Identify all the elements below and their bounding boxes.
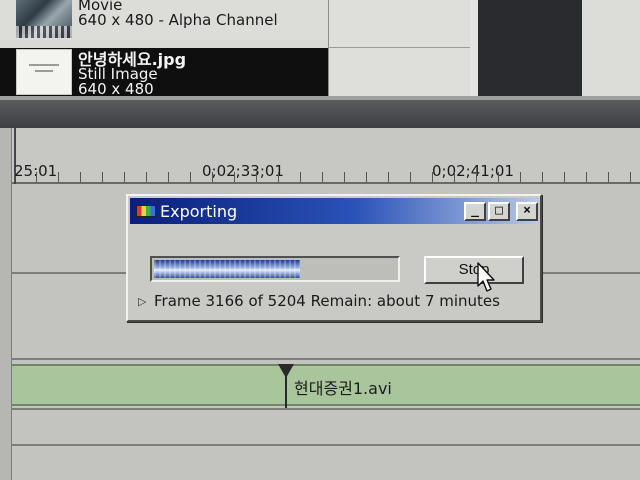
track-divider: [0, 444, 640, 446]
bin-item-text: 안녕하세요.jpg Still Image 640 x 480: [78, 52, 186, 97]
clip-name: 현대증권1.avi: [294, 379, 392, 398]
mouse-pointer-icon: [477, 262, 495, 292]
track-divider: [0, 408, 640, 410]
bin-list: Movie 640 x 480 - Alpha Channel 안녕하세요.jp…: [0, 0, 328, 97]
close-button[interactable]: ×: [516, 202, 538, 221]
bin-column-right: [582, 0, 640, 96]
track-header-strip: [0, 128, 12, 480]
time-ruler[interactable]: 25:01 0;02;33;01 0;02;41;01: [0, 128, 640, 184]
bin-item-dims: 640 x 480: [78, 80, 154, 98]
app-icon: [136, 205, 156, 217]
dialog-title: Exporting: [160, 202, 238, 221]
export-progress-bar: [150, 256, 400, 282]
video-clip[interactable]: 현대증권1.avi: [12, 364, 640, 408]
progress-fill: [154, 260, 300, 278]
bin-column: [328, 0, 470, 96]
stop-button[interactable]: Stop: [424, 256, 524, 284]
track-divider: [0, 358, 640, 360]
maximize-button[interactable]: □: [488, 202, 510, 221]
movie-thumbnail: [16, 0, 72, 38]
play-triangle-icon[interactable]: ▷: [138, 295, 146, 308]
thumbnail-text-line: [29, 64, 59, 66]
bin-column-gap: [470, 0, 478, 96]
timeline-toolbar: [0, 100, 640, 128]
ruler-ticks: [14, 172, 640, 182]
thumbnail-text-line: [35, 70, 53, 72]
bin-item-still-image[interactable]: 안녕하세요.jpg Still Image 640 x 480: [0, 48, 328, 97]
still-image-thumbnail: [16, 49, 72, 95]
export-status: Frame 3166 of 5204 Remain: about 7 minut…: [154, 292, 500, 310]
bin-row-divider: [329, 47, 470, 48]
preview-panel: [478, 0, 582, 96]
minimize-button[interactable]: _: [464, 202, 486, 221]
project-bin: Movie 640 x 480 - Alpha Channel 안녕하세요.jp…: [0, 0, 640, 100]
clip-marker-line: [285, 376, 287, 408]
bin-item-text: Movie 640 x 480 - Alpha Channel: [78, 0, 278, 28]
export-dialog: Exporting _ □ × Stop ▷ Frame 3166 of 520…: [126, 194, 542, 322]
bin-item-details: 640 x 480 - Alpha Channel: [78, 11, 278, 29]
bin-item-movie[interactable]: Movie 640 x 480 - Alpha Channel: [0, 0, 328, 40]
dialog-titlebar[interactable]: Exporting _ □ ×: [130, 198, 538, 224]
